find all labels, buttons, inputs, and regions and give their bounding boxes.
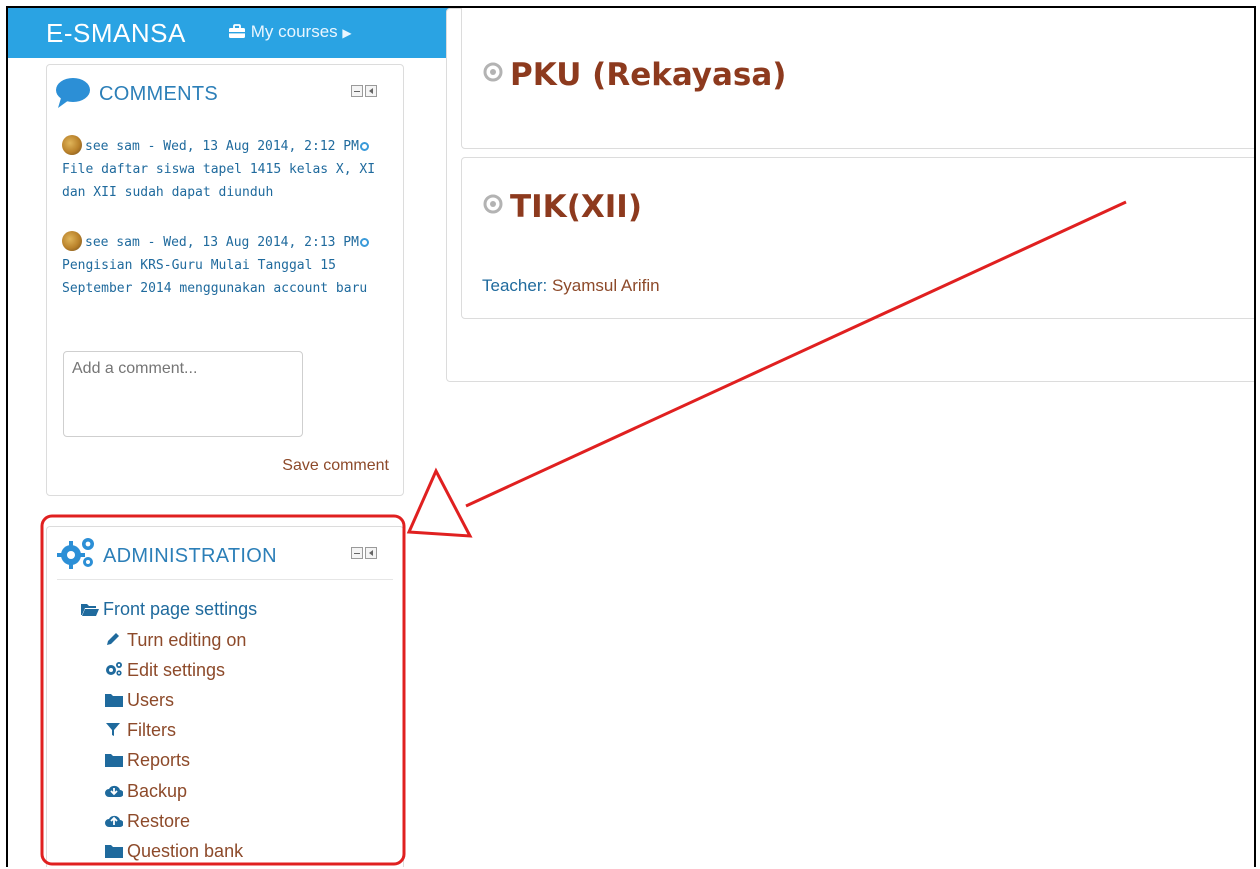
admin-item-label: Reports xyxy=(127,750,191,770)
admin-item-question-bank[interactable]: Question bank xyxy=(105,841,243,863)
comments-controls xyxy=(351,85,377,97)
comment-author[interactable]: see sam xyxy=(85,139,140,154)
admin-item-label: Restore xyxy=(127,811,191,831)
admin-item-turn-editing-on[interactable]: Turn editing on xyxy=(105,630,246,652)
delete-comment-icon[interactable] xyxy=(359,142,369,151)
gears-icon xyxy=(105,661,123,682)
administration-block-header: ADMINISTRATION xyxy=(57,527,393,580)
delete-comment-icon[interactable] xyxy=(359,238,369,247)
course-name: PKU (Rekayasa) xyxy=(510,57,787,93)
site-brand[interactable]: E-SMANSA xyxy=(46,18,186,49)
pencil-icon xyxy=(105,631,123,652)
comment-date: Wed, 13 Aug 2014, 2:12 PM xyxy=(163,139,359,154)
speech-bubble-icon xyxy=(55,77,91,114)
folder-open-icon xyxy=(81,600,99,621)
comment-item: see sam - Wed, 13 Aug 2014, 2:12 PM File… xyxy=(62,135,392,204)
comment-input[interactable] xyxy=(63,351,303,437)
admin-item-restore[interactable]: Restore xyxy=(105,811,190,833)
avatar xyxy=(62,231,82,251)
course-icon xyxy=(482,186,504,222)
minimize-block-icon[interactable] xyxy=(351,547,363,559)
dock-block-icon[interactable] xyxy=(365,547,377,559)
cloud-upload-icon xyxy=(105,812,124,833)
folder-icon xyxy=(105,751,123,772)
admin-item-front-page-settings[interactable]: Front page settings xyxy=(81,599,257,621)
comments-block: COMMENTS see sam - Wed, 13 Aug 2014, 2:1… xyxy=(46,64,404,496)
admin-item-filters[interactable]: Filters xyxy=(105,720,176,742)
administration-title: ADMINISTRATION xyxy=(103,545,277,567)
my-courses-menu[interactable]: My courses ▶ xyxy=(228,22,352,42)
teacher-name-link[interactable]: Syamsul Arifin xyxy=(552,276,660,295)
comment-text: Pengisian KRS-Guru Mulai Tanggal 15 Sept… xyxy=(62,258,368,296)
dock-block-icon[interactable] xyxy=(365,85,377,97)
gears-icon xyxy=(57,535,97,574)
admin-item-label: Turn editing on xyxy=(127,630,247,650)
administration-block: ADMINISTRATION Front page settings Turn … xyxy=(46,526,404,867)
comment-text: File daftar siswa tapel 1415 kelas X, XI… xyxy=(62,162,376,200)
course-title-link[interactable]: PKU (Rekayasa) xyxy=(482,54,786,93)
admin-item-edit-settings[interactable]: Edit settings xyxy=(105,660,225,682)
save-comment-link[interactable]: Save comment xyxy=(282,457,389,475)
course-card: TIK(XII) Teacher: Syamsul Arifin xyxy=(461,157,1254,319)
caret-right-icon: ▶ xyxy=(342,26,352,40)
course-name: TIK(XII) xyxy=(510,189,643,225)
admin-item-label: Front page settings xyxy=(103,599,258,619)
admin-item-users[interactable]: Users xyxy=(105,690,174,712)
admin-item-label: Question bank xyxy=(127,841,244,861)
minimize-block-icon[interactable] xyxy=(351,85,363,97)
briefcase-icon xyxy=(228,22,251,41)
admin-item-label: Backup xyxy=(127,781,188,801)
teacher-label: Teacher: xyxy=(482,276,548,295)
admin-item-label: Users xyxy=(127,690,175,710)
course-title-link[interactable]: TIK(XII) xyxy=(482,186,642,225)
my-courses-label: My courses xyxy=(250,22,338,41)
comment-author[interactable]: see sam xyxy=(85,235,140,250)
admin-item-reports[interactable]: Reports xyxy=(105,750,190,772)
page-frame: E-SMANSA My courses ▶ COMMENTS see sam -… xyxy=(6,6,1256,867)
comment-date: Wed, 13 Aug 2014, 2:13 PM xyxy=(163,235,359,250)
avatar xyxy=(62,135,82,155)
course-card: PKU (Rekayasa) xyxy=(461,8,1254,149)
admin-item-label: Filters xyxy=(127,720,176,740)
course-list: PKU (Rekayasa) TIK(XII) Teacher: Syamsul… xyxy=(446,8,1254,382)
filter-icon xyxy=(105,721,123,742)
admin-item-label: Edit settings xyxy=(127,660,226,680)
administration-controls xyxy=(351,547,377,559)
cloud-download-icon xyxy=(105,782,124,803)
comments-block-header: COMMENTS xyxy=(47,65,403,121)
comment-item: see sam - Wed, 13 Aug 2014, 2:13 PM Peng… xyxy=(62,231,392,300)
course-icon xyxy=(482,54,504,90)
admin-item-backup[interactable]: Backup xyxy=(105,781,187,803)
folder-icon xyxy=(105,691,123,712)
comments-title: COMMENTS xyxy=(99,83,219,105)
course-teacher: Teacher: Syamsul Arifin xyxy=(482,276,660,296)
folder-icon xyxy=(105,842,123,863)
